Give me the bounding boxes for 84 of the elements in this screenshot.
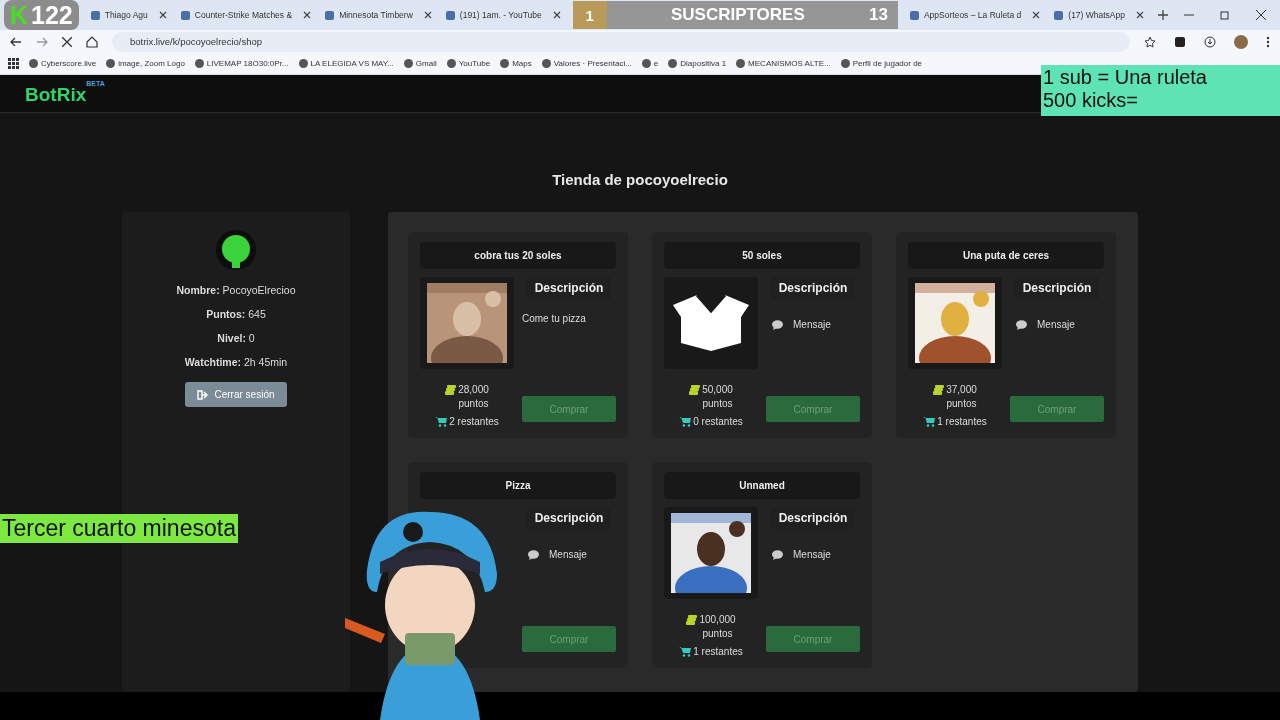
coins-icon xyxy=(686,615,698,626)
star-icon[interactable] xyxy=(1144,35,1156,48)
browser-tab[interactable]: AppSorteos – La Ruleta d xyxy=(903,3,1047,27)
profile-avatar-icon[interactable] xyxy=(1234,34,1248,49)
close-icon[interactable] xyxy=(1032,11,1041,19)
profile-field: Watchtime: 2h 45min xyxy=(184,356,288,368)
close-icon[interactable] xyxy=(158,11,167,19)
chat-icon xyxy=(1016,319,1027,330)
restore-icon[interactable] xyxy=(1220,10,1230,20)
item-description: Mensaje xyxy=(1037,319,1075,330)
bookmark[interactable]: LIVEMAP 18O30:0Pr... xyxy=(194,59,289,69)
home-icon[interactable] xyxy=(86,35,98,48)
bookmark[interactable]: Perfil de jugador de xyxy=(840,59,923,69)
goal-label: SUSCRIPTORES xyxy=(669,5,806,25)
item-description: Mensaje xyxy=(793,319,831,330)
goal-start: 1 xyxy=(572,1,607,29)
note-line: 1 sub = Una ruleta xyxy=(1043,66,1208,89)
bookmark[interactable]: Diapositiva 1 xyxy=(668,59,727,69)
item-description: Mensaje xyxy=(793,549,831,560)
profile-field: Puntos: 645 xyxy=(206,308,266,320)
logout-icon xyxy=(197,389,209,400)
cart-icon xyxy=(923,416,936,427)
item-title: 50 soles xyxy=(664,242,860,269)
bookmark[interactable]: Maps xyxy=(500,59,532,69)
item-price: 50,000 puntos xyxy=(702,383,733,411)
close-icon[interactable] xyxy=(1136,11,1144,19)
item-title: cobra tus 20 soles xyxy=(420,242,616,269)
stop-icon[interactable] xyxy=(62,36,72,47)
cart-icon xyxy=(679,416,692,427)
coins-icon xyxy=(933,385,945,396)
bookmark[interactable]: LA ELEGIDA VS MAY... xyxy=(298,59,394,69)
bookmark[interactable]: MECANISMOS ALTE... xyxy=(736,59,831,69)
item-title: Pizza xyxy=(420,472,616,499)
counter-logo: K xyxy=(10,0,29,30)
bookmark[interactable]: YouTube xyxy=(446,59,491,69)
coins-icon xyxy=(445,385,457,396)
note-line: 500 kicks= xyxy=(1043,89,1140,112)
bookmark[interactable]: Gmail xyxy=(403,59,437,69)
bookmark[interactable]: image, Zoom Logo xyxy=(106,59,185,69)
profile-field: Nombre: PocoyoElrecioo xyxy=(176,284,296,296)
browser-tab[interactable]: (17) WhatsApp xyxy=(1048,3,1150,27)
goal-target: 13 xyxy=(869,5,889,25)
cart-icon xyxy=(679,646,692,657)
close-icon[interactable] xyxy=(303,11,312,19)
back-icon[interactable] xyxy=(10,35,22,48)
close-icon[interactable] xyxy=(552,11,561,19)
item-title: Una puta de ceres xyxy=(908,242,1104,269)
extension-icon[interactable] xyxy=(1174,35,1186,48)
site-logo[interactable]: BotRix xyxy=(25,84,87,106)
browser-tab[interactable]: Thiago Agu xyxy=(84,3,173,27)
forward-icon[interactable] xyxy=(36,35,48,48)
browser-tab[interactable]: (191) 1am. - YouTube xyxy=(439,3,567,27)
avatar-icon xyxy=(216,230,256,270)
page-title: Tienda de pocoyoelrecio xyxy=(551,171,729,188)
stream-caption: Tercer cuarto minesota xyxy=(0,514,238,543)
item-price: 100,000 puntos xyxy=(699,613,736,641)
bookmark[interactable]: Cyberscore.live xyxy=(29,59,97,69)
cart-icon xyxy=(435,416,448,427)
download-icon[interactable] xyxy=(1204,35,1216,48)
close-icon[interactable] xyxy=(1256,10,1266,20)
chat-icon xyxy=(772,549,783,560)
item-price: 28,000 puntos xyxy=(458,383,489,411)
profile-field: Nivel: 0 xyxy=(217,332,255,344)
new-tab-icon[interactable] xyxy=(1158,10,1168,20)
apps-icon[interactable] xyxy=(8,58,19,70)
item-stock: 2 restantes xyxy=(449,416,499,427)
item-stock: 1 restantes xyxy=(937,416,987,427)
item-title: Unnamed xyxy=(664,472,860,499)
coins-icon xyxy=(689,385,701,396)
item-price: 37,000 puntos xyxy=(946,383,977,411)
box-icon xyxy=(671,293,751,353)
bookmark[interactable]: Valores · Presentaci... xyxy=(541,59,632,69)
chat-icon xyxy=(772,319,783,330)
item-stock: 0 restantes xyxy=(693,416,743,427)
menu-icon[interactable] xyxy=(1266,35,1270,48)
close-icon[interactable] xyxy=(423,11,432,19)
item-description: Come tu pizza xyxy=(522,313,587,324)
chat-icon xyxy=(528,549,539,560)
address-bar[interactable]: botrix.live/k/pocoyoelrecio/shop xyxy=(112,31,1130,52)
browser-tab[interactable]: Counter-Strike Matches & xyxy=(174,3,318,27)
item-stock: 1 restantes xyxy=(693,646,743,657)
browser-tab[interactable]: Minnesota Timberw xyxy=(319,3,438,27)
item-description: Mensaje xyxy=(549,549,587,560)
counter-value: 122 xyxy=(31,0,73,30)
